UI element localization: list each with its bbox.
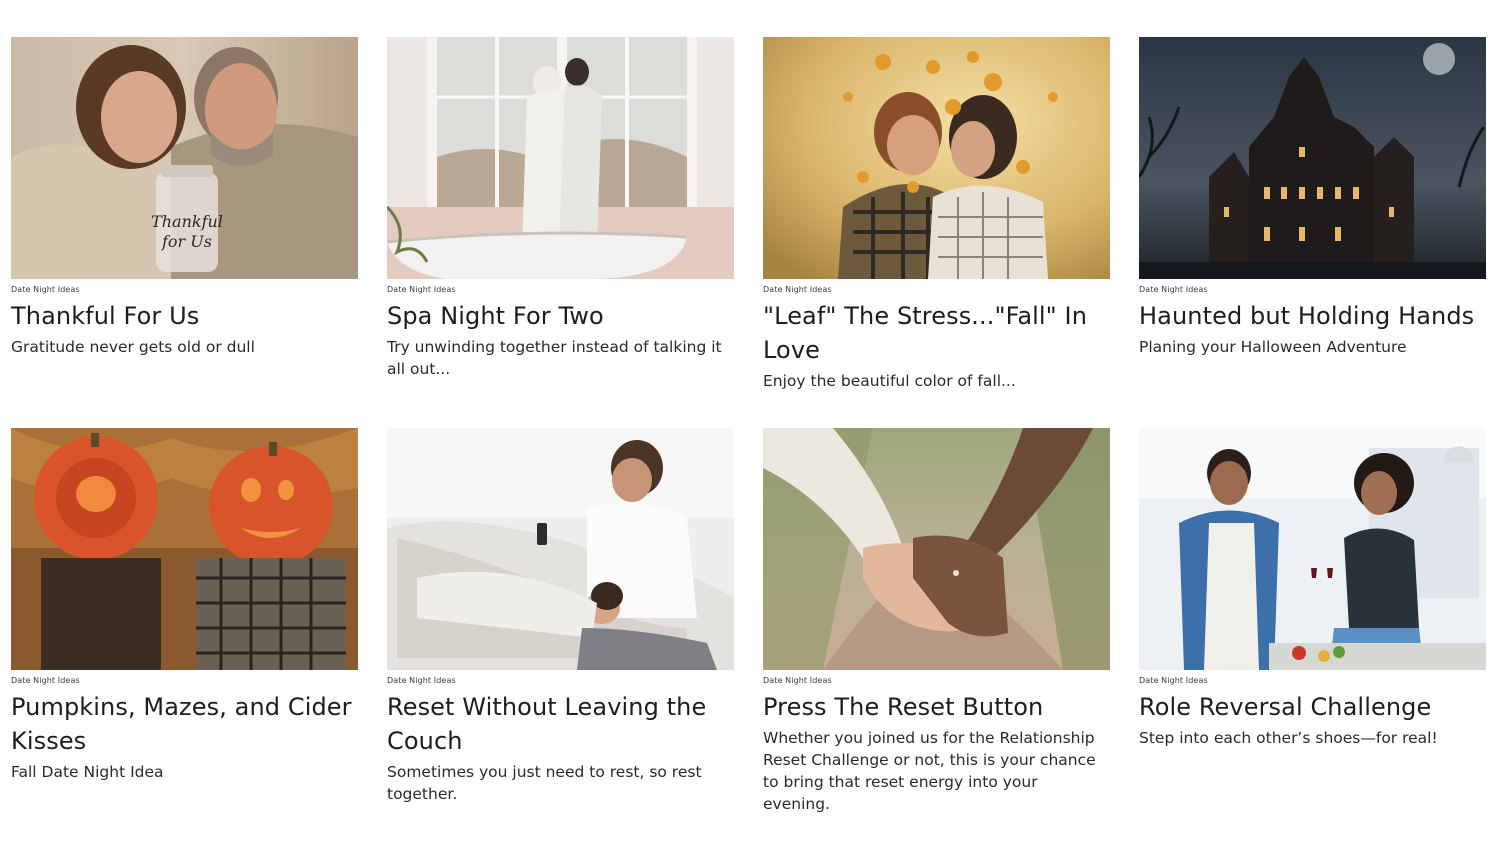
card-title[interactable]: Pumpkins, Mazes, and Cider Kisses — [11, 690, 358, 758]
card-thankful-for-us[interactable]: Thankful for Us Date Night Ideas Thankfu… — [11, 37, 358, 428]
card-image-couple-couch[interactable] — [387, 428, 734, 670]
card-pumpkins-mazes-cider[interactable]: Date Night Ideas Pumpkins, Mazes, and Ci… — [11, 428, 358, 819]
card-image-holding-hands[interactable] — [763, 428, 1110, 670]
card-category: Date Night Ideas — [11, 285, 80, 294]
card-description: Gratitude never gets old or dull — [11, 338, 255, 356]
card-category: Date Night Ideas — [387, 676, 456, 685]
card-spa-night-for-two[interactable]: Date Night Ideas Spa Night For Two Try u… — [387, 37, 734, 428]
card-category: Date Night Ideas — [763, 285, 832, 294]
card-description: Planing your Halloween Adventure — [1139, 338, 1407, 356]
card-title[interactable]: "Leaf" The Stress..."Fall" In Love — [763, 299, 1110, 367]
card-description: Fall Date Night Idea — [11, 763, 164, 781]
card-role-reversal-challenge[interactable]: Date Night Ideas Role Reversal Challenge… — [1139, 428, 1486, 819]
card-image-couple-thankful-jar[interactable]: Thankful for Us — [11, 37, 358, 279]
card-description: Sometimes you just need to rest, so rest… — [387, 763, 702, 803]
svg-text:Thankful: Thankful — [151, 212, 223, 231]
card-category: Date Night Ideas — [1139, 676, 1208, 685]
date-night-card-grid: Thankful for Us Date Night Ideas Thankfu… — [11, 37, 1486, 819]
card-title[interactable]: Role Reversal Challenge — [1139, 690, 1486, 724]
card-image-couple-robes-window[interactable] — [387, 37, 734, 279]
card-category: Date Night Ideas — [387, 285, 456, 294]
card-image-couple-kitchen-wine[interactable] — [1139, 428, 1486, 670]
card-description: Enjoy the beautiful color of fall... — [763, 372, 1016, 390]
card-haunted-but-holding-hands[interactable]: Date Night Ideas Haunted but Holding Han… — [1139, 37, 1486, 428]
card-description: Whether you joined us for the Relationsh… — [763, 729, 1096, 813]
card-reset-without-leaving-couch[interactable]: Date Night Ideas Reset Without Leaving t… — [387, 428, 734, 819]
card-category: Date Night Ideas — [763, 676, 832, 685]
card-title[interactable]: Thankful For Us — [11, 299, 358, 333]
card-title[interactable]: Press The Reset Button — [763, 690, 1110, 724]
svg-text:for Us: for Us — [161, 232, 212, 251]
card-category: Date Night Ideas — [11, 676, 80, 685]
card-title[interactable]: Haunted but Holding Hands — [1139, 299, 1486, 333]
card-image-haunted-mansion[interactable] — [1139, 37, 1486, 279]
card-title[interactable]: Reset Without Leaving the Couch — [387, 690, 734, 758]
card-description: Step into each other’s shoes—for real! — [1139, 729, 1438, 747]
card-leaf-the-stress[interactable]: Date Night Ideas "Leaf" The Stress..."Fa… — [763, 37, 1110, 428]
card-description: Try unwinding together instead of talkin… — [387, 338, 722, 378]
card-title[interactable]: Spa Night For Two — [387, 299, 734, 333]
card-category: Date Night Ideas — [1139, 285, 1208, 294]
card-press-the-reset-button[interactable]: Date Night Ideas Press The Reset Button … — [763, 428, 1110, 819]
card-image-pumpkin-heads[interactable] — [11, 428, 358, 670]
card-image-couple-autumn-leaves[interactable] — [763, 37, 1110, 279]
